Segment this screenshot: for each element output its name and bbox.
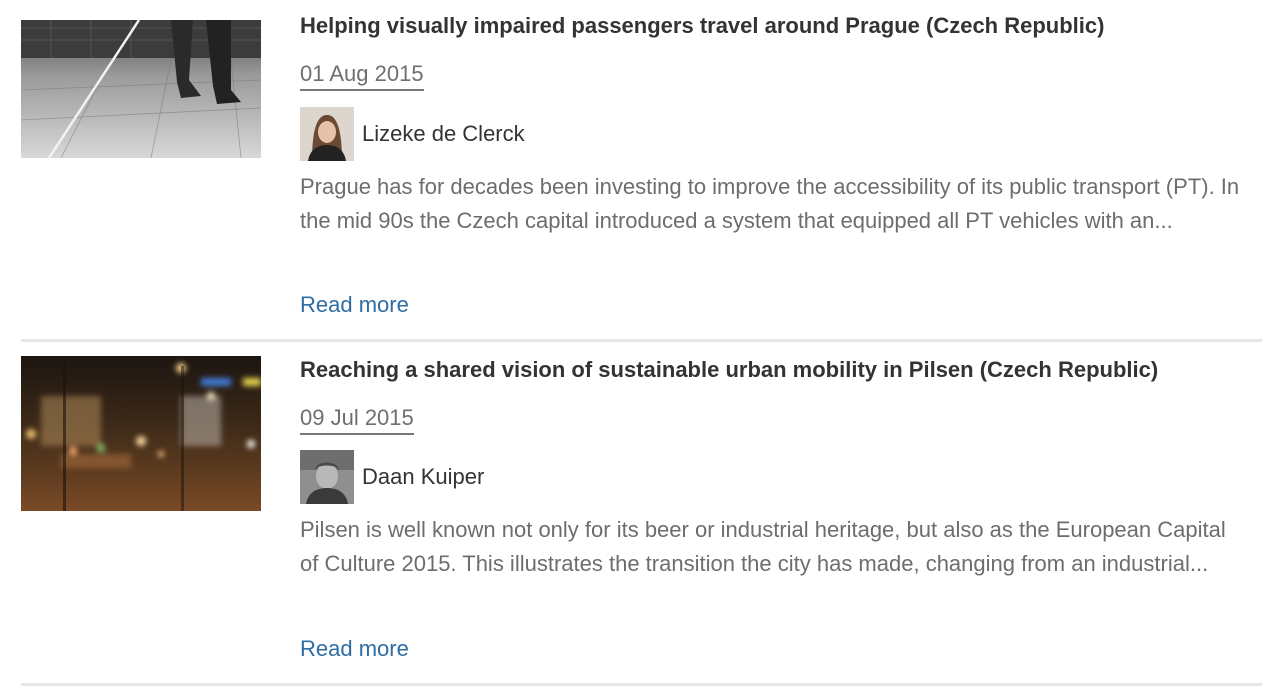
woman-portrait-photo	[300, 107, 354, 161]
article-date: 09 Jul 2015	[300, 404, 414, 435]
divider	[21, 683, 1262, 686]
article-item: Reaching a shared vision of sustainable …	[21, 342, 1262, 686]
article-title[interactable]: Helping visually impaired passengers tra…	[300, 12, 1104, 40]
article-thumbnail[interactable]	[21, 20, 261, 158]
read-more-link[interactable]: Read more	[300, 635, 409, 663]
avatar	[300, 450, 354, 504]
author-name[interactable]: Lizeke de Clerck	[362, 120, 525, 148]
article-excerpt: Pilsen is well known not only for its be…	[300, 517, 1226, 576]
article-author: Lizeke de Clerck	[300, 107, 525, 161]
avatar	[300, 107, 354, 161]
white-cane-photo	[21, 20, 261, 158]
article-thumbnail[interactable]	[21, 356, 261, 511]
article-author: Daan Kuiper	[300, 450, 484, 504]
article-item: Helping visually impaired passengers tra…	[21, 0, 1262, 342]
article-excerpt: Prague has for decades been investing to…	[300, 174, 1240, 233]
author-name[interactable]: Daan Kuiper	[362, 463, 484, 491]
man-portrait-photo	[300, 450, 354, 504]
blurred-city-lights-photo	[21, 356, 261, 511]
article-title[interactable]: Reaching a shared vision of sustainable …	[300, 356, 1158, 384]
article-date: 01 Aug 2015	[300, 60, 424, 91]
read-more-link[interactable]: Read more	[300, 291, 409, 319]
